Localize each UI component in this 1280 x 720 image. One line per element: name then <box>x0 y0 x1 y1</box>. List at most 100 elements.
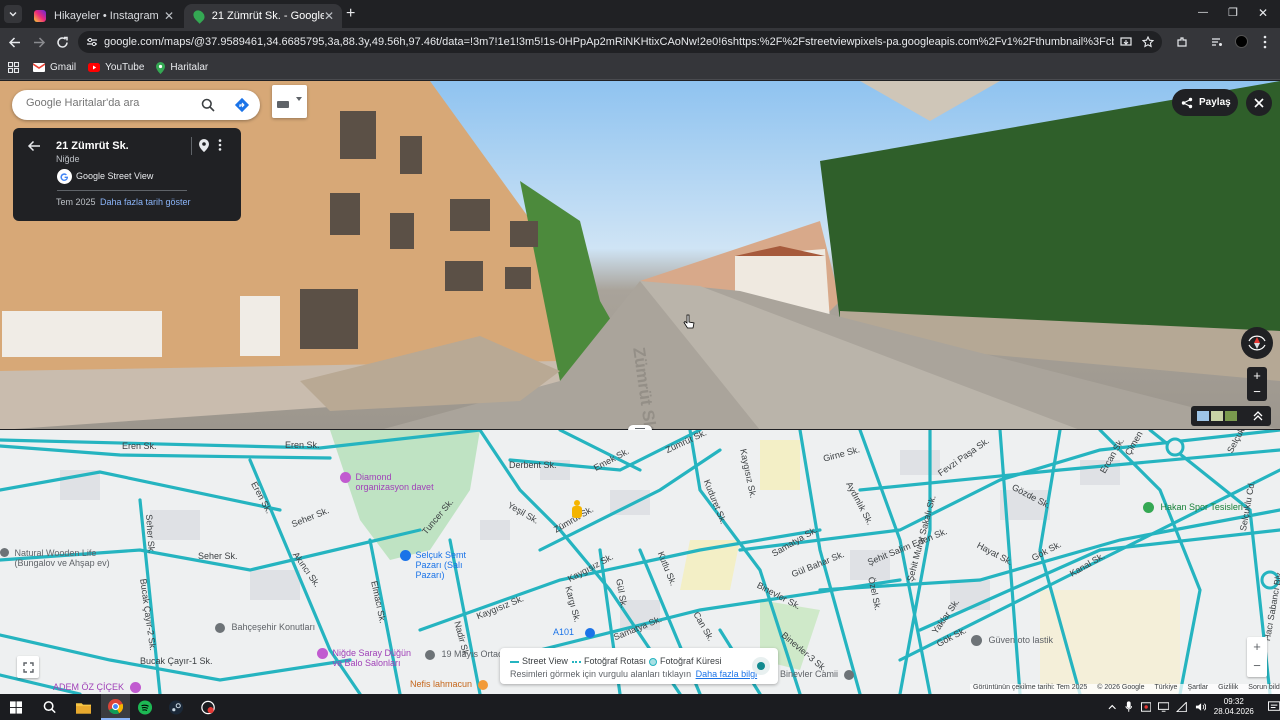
street-label: Bucak Çayır-1 Sk. <box>140 656 213 666</box>
poi-bahcesehir[interactable]: Bahçeşehir Konutları <box>215 622 315 633</box>
street-view-panorama[interactable]: Zümrüt Sk. 21 Zümrüt Sk. Niğde Google St… <box>0 81 1280 430</box>
steam-icon[interactable] <box>168 699 183 715</box>
camera-icon[interactable] <box>1140 702 1151 712</box>
restore-button[interactable]: ❐ <box>1228 6 1238 19</box>
layers-strip[interactable] <box>1191 406 1271 426</box>
poi-selcuk-pazari[interactable]: Selçuk Semt Pazarı (Salı Pazarı) <box>400 550 488 580</box>
more-dates-link[interactable]: Daha fazla tarih göster <box>100 197 191 207</box>
close-icon[interactable]: ✕ <box>164 9 174 23</box>
restaurant-pin-icon <box>477 679 488 690</box>
fullscreen-icon <box>22 661 34 673</box>
poi-binevler-camii[interactable]: Binevler Camii <box>780 669 854 680</box>
layer-thumb-1[interactable] <box>1197 411 1209 421</box>
market-pin-icon <box>400 550 411 561</box>
venue-pin-icon <box>340 472 351 483</box>
capture-date-note: Görüntünün çekilme tarihi: Tem 2025 <box>973 684 1088 691</box>
school-pin-icon <box>425 649 435 660</box>
poi-nigde-saray[interactable]: Niğde Saray Düğün ve Balo Salonları <box>317 648 417 668</box>
notifications-icon[interactable] <box>1267 701 1280 713</box>
recording-app-icon[interactable] <box>200 700 215 715</box>
search-icon[interactable] <box>201 98 215 112</box>
service-pin-icon <box>971 635 982 647</box>
chrome-icon <box>107 698 123 714</box>
directions-icon[interactable] <box>234 97 250 113</box>
search-input[interactable] <box>26 97 196 109</box>
back-arrow-icon[interactable] <box>27 140 41 152</box>
window-close-button[interactable]: ✕ <box>1258 6 1268 20</box>
profile-avatar[interactable] <box>1235 35 1248 48</box>
layer-thumb-2[interactable] <box>1211 411 1223 421</box>
media-control-icon[interactable] <box>1211 36 1223 48</box>
more-menu-icon[interactable] <box>1262 35 1268 49</box>
bookmark-maps[interactable]: Haritalar <box>156 61 208 74</box>
clock[interactable]: 09:32 28.04.2026 <box>1214 697 1254 717</box>
bookmark-youtube[interactable]: YouTube <box>88 62 144 73</box>
street-label: Eren Sk. <box>122 441 157 451</box>
mosque-pin-icon <box>843 669 854 680</box>
bookmark-star-icon[interactable] <box>1142 36 1154 48</box>
tab-title: 21 Zümrüt Sk. - Google Haritalar <box>211 10 324 22</box>
tab-instagram[interactable]: Hikayeler • Instagram ✕ <box>26 4 182 28</box>
chrome-taskbar-button[interactable] <box>101 694 130 720</box>
share-button[interactable]: Paylaş <box>1172 89 1238 116</box>
poi-nefis-lahmacun[interactable]: Nefis lahmacun <box>410 679 488 690</box>
layer-thumbnail-button[interactable] <box>272 85 307 118</box>
forward-arrow-icon[interactable] <box>33 36 46 49</box>
poi-adem-oz-cicek[interactable]: ADEM ÖZ ÇİÇEK <box>53 682 141 694</box>
file-explorer-icon[interactable] <box>76 701 92 714</box>
compass-button[interactable] <box>1241 327 1273 359</box>
street-label: Eren Sk. <box>285 440 320 450</box>
tab-google-maps[interactable]: 21 Zümrüt Sk. - Google Haritalar ✕ <box>184 4 342 28</box>
bookmark-gmail[interactable]: Gmail <box>33 62 76 73</box>
clock-time: 09:32 <box>1223 697 1244 706</box>
poi-diamond[interactable]: Diamond organizasyon davet <box>340 472 446 492</box>
spotify-icon[interactable] <box>137 699 152 715</box>
toggle-dot-icon <box>757 662 765 670</box>
close-icon[interactable]: ✕ <box>324 9 334 23</box>
terms-link[interactable]: Şartlar <box>1187 684 1208 694</box>
report-link[interactable]: Sorun bildir <box>1248 684 1280 694</box>
install-app-icon[interactable] <box>1120 36 1132 48</box>
close-street-view-button[interactable] <box>1246 90 1272 116</box>
more-info-link[interactable]: Daha fazla bilgi <box>696 669 758 679</box>
poi-natural-wooden-life[interactable]: Natural Wooden Life (Bungalov ve Ahşap e… <box>0 548 115 568</box>
expand-up-icon[interactable] <box>1253 411 1263 421</box>
address-bar[interactable]: google.com/maps/@37.9589461,34.6685795,3… <box>78 31 1162 53</box>
maps-pin-icon <box>191 8 207 24</box>
apps-grid-icon[interactable] <box>8 62 19 73</box>
privacy-link[interactable]: Gizlilik <box>1218 684 1238 694</box>
tab-search-button[interactable] <box>4 5 22 23</box>
pegman-icon[interactable] <box>571 500 583 520</box>
wifi-icon[interactable] <box>1176 702 1188 712</box>
monitor-icon[interactable] <box>1158 702 1170 712</box>
legend-hint: Resimleri görmek için vurgulu alanları t… <box>510 669 758 679</box>
poi-hakan-spor[interactable]: Hakan Spor Tesisleri <box>1143 502 1243 514</box>
back-arrow-icon[interactable] <box>8 36 21 49</box>
microphone-icon[interactable] <box>1125 701 1133 713</box>
zoom-in-button[interactable]: + <box>1247 367 1267 384</box>
map-zoom-out-button[interactable]: − <box>1247 657 1267 677</box>
zoom-out-button[interactable]: − <box>1247 384 1267 401</box>
reload-icon[interactable] <box>56 36 69 49</box>
fullscreen-button[interactable] <box>17 656 39 678</box>
volume-icon[interactable] <box>1195 702 1206 712</box>
share-label: Paylaş <box>1199 97 1231 108</box>
photo-route-line-icon <box>572 660 581 663</box>
search-box[interactable] <box>12 90 260 120</box>
tray-chevron-up-icon[interactable] <box>1108 704 1116 710</box>
search-icon[interactable] <box>43 700 56 714</box>
legend-toggle[interactable] <box>752 657 770 675</box>
layer-thumb-3[interactable] <box>1225 411 1237 421</box>
minimize-button[interactable]: — <box>1198 7 1208 18</box>
map-zoom-in-button[interactable]: + <box>1247 637 1267 657</box>
extensions-icon[interactable] <box>1176 36 1188 48</box>
region-link[interactable]: Türkiye <box>1154 684 1177 694</box>
location-pin-icon[interactable] <box>199 139 209 152</box>
site-info-icon[interactable] <box>86 36 98 48</box>
poi-guven-oto[interactable]: Güven oto lastik <box>971 635 1053 647</box>
windows-start-icon[interactable] <box>10 700 23 714</box>
new-tab-button[interactable]: + <box>346 5 355 23</box>
more-options-icon[interactable] <box>218 139 222 151</box>
map-view[interactable]: Eren Sk. Eren Sk. Eren Sk. Seher Sk. Seh… <box>0 430 1280 694</box>
poi-a101[interactable]: A101 <box>553 627 595 638</box>
